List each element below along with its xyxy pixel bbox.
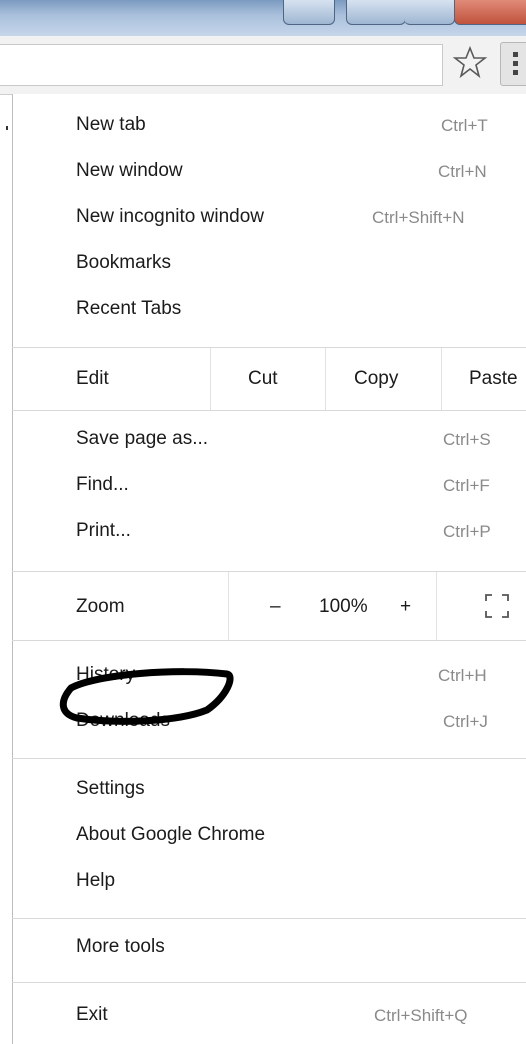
bookmark-star-icon[interactable]: [452, 44, 488, 80]
menu-item-zoom: Zoom: [76, 596, 125, 617]
menu-separator: [12, 640, 526, 641]
menu-item-exit[interactable]: Exit: [76, 1004, 108, 1026]
menu-item-edit: Edit: [76, 368, 109, 389]
menu-item-help[interactable]: Help: [76, 870, 115, 892]
menu-item-new-incognito-window[interactable]: New incognito window: [76, 206, 264, 228]
zoom-in-button[interactable]: +: [400, 596, 411, 618]
menu-separator: [12, 347, 526, 348]
edit-divider: [441, 348, 442, 410]
menu-item-recent-tabs[interactable]: Recent Tabs: [76, 298, 181, 320]
fullscreen-icon[interactable]: [484, 593, 510, 619]
handdrawn-circle-annotation: [59, 668, 234, 725]
edit-paste-button[interactable]: Paste: [469, 368, 518, 390]
chrome-menu: [12, 94, 526, 1044]
shortcut-save-page-as: Ctrl+S: [443, 430, 491, 449]
maximize-button[interactable]: [404, 0, 455, 25]
zoom-out-button[interactable]: –: [270, 596, 281, 618]
window-title-bar: [0, 0, 526, 36]
menu-item-find[interactable]: Find...: [76, 474, 129, 496]
menu-separator: [12, 410, 526, 411]
menu-item-more-tools[interactable]: More tools: [76, 936, 165, 958]
zoom-level: 100%: [319, 596, 368, 617]
menu-item-bookmarks[interactable]: Bookmarks: [76, 252, 171, 274]
close-button[interactable]: [454, 0, 526, 25]
shortcut-new-tab: Ctrl+T: [441, 116, 488, 135]
edit-copy-button[interactable]: Copy: [354, 368, 398, 390]
browser-toolbar: [0, 36, 526, 95]
edit-divider: [210, 348, 211, 410]
zoom-divider: [436, 572, 437, 640]
zoom-divider: [228, 572, 229, 640]
chrome-menu-icon[interactable]: [500, 42, 526, 86]
menu-item-save-page-as[interactable]: Save page as...: [76, 428, 208, 450]
shortcut-new-incognito-window: Ctrl+Shift+N: [372, 208, 465, 227]
window-extra-button[interactable]: [283, 0, 335, 25]
menu-item-new-tab[interactable]: New tab: [76, 114, 146, 136]
shortcut-find: Ctrl+F: [443, 476, 490, 495]
minimize-button[interactable]: [346, 0, 406, 25]
shortcut-exit: Ctrl+Shift+Q: [374, 1006, 468, 1025]
menu-separator: [12, 571, 526, 572]
shortcut-downloads: Ctrl+J: [443, 712, 488, 731]
menu-item-about-google-chrome[interactable]: About Google Chrome: [76, 824, 265, 846]
menu-separator: [12, 982, 526, 983]
menu-separator: [12, 918, 526, 919]
menu-item-print[interactable]: Print...: [76, 520, 131, 542]
menu-separator: [12, 758, 526, 759]
shortcut-new-window: Ctrl+N: [438, 162, 487, 181]
address-bar[interactable]: [0, 44, 443, 86]
shortcut-print: Ctrl+P: [443, 522, 491, 541]
page-edge-mark: [6, 126, 8, 130]
shortcut-history: Ctrl+H: [438, 666, 487, 685]
edit-cut-button[interactable]: Cut: [248, 368, 278, 390]
menu-item-new-window[interactable]: New window: [76, 160, 183, 182]
menu-item-settings[interactable]: Settings: [76, 778, 145, 800]
edit-divider: [325, 348, 326, 410]
